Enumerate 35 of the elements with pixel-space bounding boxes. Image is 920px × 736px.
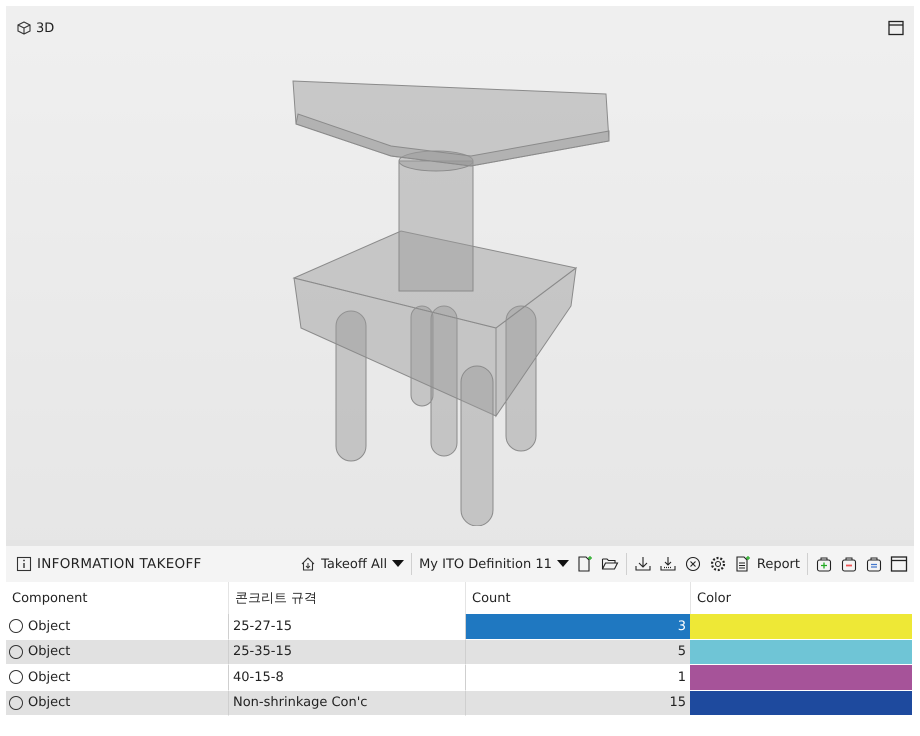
add-bag-icon[interactable]: [815, 555, 833, 573]
table-cell: Object: [28, 695, 70, 710]
table-cell[interactable]: 3: [465, 614, 690, 640]
table-cell: Object: [28, 644, 70, 660]
table-cell[interactable]: 15: [465, 690, 690, 716]
radio-button[interactable]: [9, 696, 23, 710]
definition-dropdown[interactable]: My ITO Definition 11: [419, 554, 569, 574]
table-cell: Non-shrinkage Con'c: [228, 690, 465, 716]
column-header[interactable]: Component: [6, 582, 228, 614]
table-cell: Object: [28, 670, 70, 685]
maximize-icon[interactable]: [888, 20, 904, 36]
info-icon: [16, 556, 32, 572]
download-tray-icon[interactable]: [658, 555, 677, 573]
report-button[interactable]: Report: [734, 553, 800, 575]
panel-title: INFORMATION TAKEOFF: [37, 556, 202, 572]
caret-icon: [556, 560, 569, 568]
maximize-icon[interactable]: [890, 555, 908, 573]
equal-bag-icon[interactable]: [865, 555, 883, 573]
report-icon: [734, 555, 752, 573]
settings-icon[interactable]: [708, 555, 727, 573]
new-file-icon[interactable]: [576, 555, 594, 573]
table-cell[interactable]: 5: [465, 640, 690, 665]
radio-button[interactable]: [9, 670, 23, 684]
radio-button[interactable]: [9, 619, 23, 634]
remove-bag-icon[interactable]: [840, 555, 858, 573]
table-cell: Object: [28, 618, 70, 634]
view-title: 3D: [36, 20, 54, 36]
takeoff-all-dropdown[interactable]: Takeoff All: [300, 554, 404, 574]
download-icon[interactable]: [634, 555, 652, 573]
radio-button[interactable]: [9, 644, 23, 659]
cancel-icon[interactable]: [684, 555, 702, 573]
cube-icon: [16, 20, 32, 36]
house-icon: [300, 556, 316, 572]
table-cell: 25-35-15: [228, 640, 465, 665]
caret-icon: [392, 560, 404, 568]
